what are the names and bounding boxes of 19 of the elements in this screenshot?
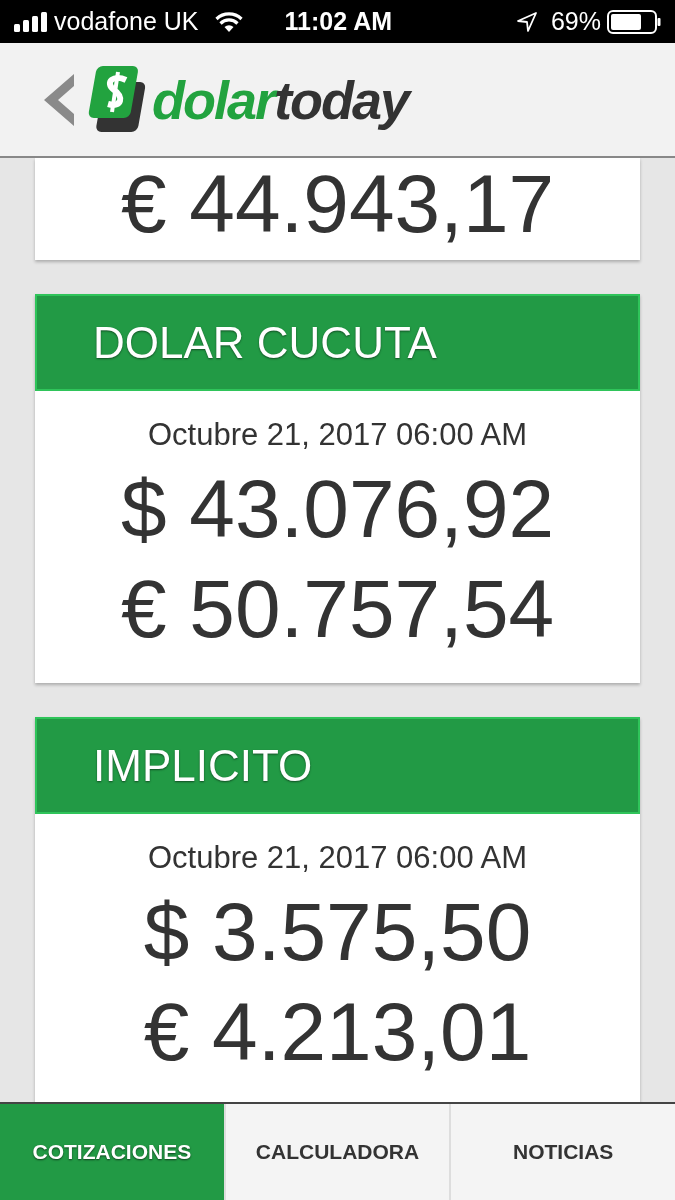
card-title: IMPLICITO xyxy=(35,717,640,814)
signal-icon xyxy=(14,11,50,32)
battery-percent: 69% xyxy=(550,5,601,37)
card-title: DOLAR CUCUTA xyxy=(35,294,640,391)
nav-tab[interactable]: NOTICIAS xyxy=(449,1104,675,1200)
update-date: Octubre 21, 2017 06:00 AM xyxy=(147,839,528,877)
dollar-rate: $ 43.076,92 xyxy=(120,462,555,556)
nav-tab[interactable]: CALCULADORA xyxy=(223,1104,450,1200)
battery-icon xyxy=(607,9,661,34)
euro-rate: € 44.943,17 xyxy=(119,158,556,250)
clock-time: 11:02 AM xyxy=(284,5,392,37)
dollar-rate: $ 3.575,50 xyxy=(143,885,532,979)
update-date: Octubre 21, 2017 06:00 AM xyxy=(147,416,528,454)
nav-tab[interactable]: COTIZACIONES xyxy=(0,1104,224,1200)
wifi-icon xyxy=(214,11,243,32)
euro-rate: € 50.757,54 xyxy=(120,562,555,656)
location-arrow-icon xyxy=(516,11,537,32)
carrier-name: vodafone UK xyxy=(54,5,199,37)
euro-rate: € 4.213,01 xyxy=(143,985,532,1079)
